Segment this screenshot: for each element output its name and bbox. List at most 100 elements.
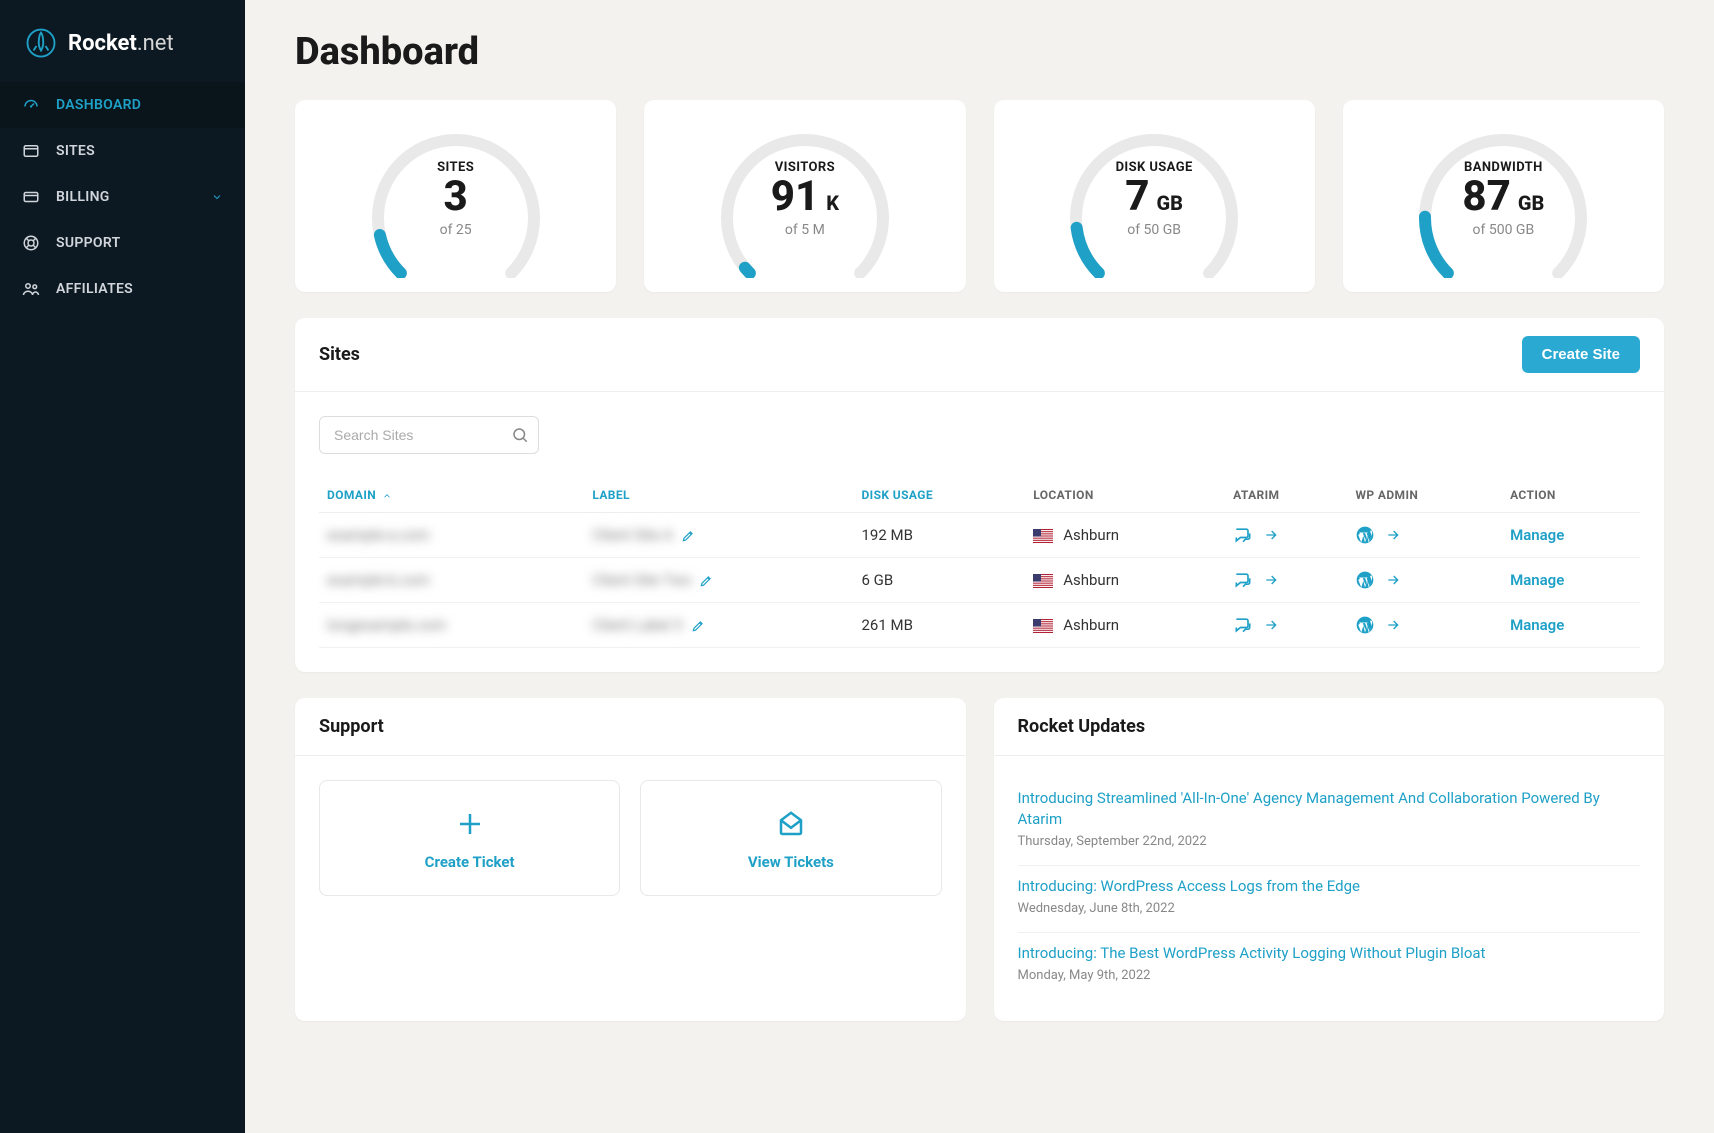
update-link[interactable]: Introducing: WordPress Access Logs from … xyxy=(1018,876,1641,897)
support-panel: Support Create Ticket View Tickets xyxy=(295,698,966,1021)
atarim-chat-icon[interactable] xyxy=(1233,615,1253,635)
update-link[interactable]: Introducing: The Best WordPress Activity… xyxy=(1018,943,1641,964)
nav-label: SITES xyxy=(56,143,95,159)
nav-item-support[interactable]: SUPPORT xyxy=(0,220,245,266)
manage-link[interactable]: Manage xyxy=(1510,526,1564,544)
table-row: longexample.com Client Label 3 261 MB As… xyxy=(319,603,1640,648)
view-tickets-card[interactable]: View Tickets xyxy=(640,780,941,896)
atarim-open-icon[interactable] xyxy=(1263,527,1279,543)
view-tickets-label: View Tickets xyxy=(651,853,930,871)
col-disk[interactable]: DISK USAGE xyxy=(853,478,1025,513)
edit-label-icon[interactable] xyxy=(699,574,713,588)
atarim-chat-icon[interactable] xyxy=(1233,525,1253,545)
main-content: Dashboard SITES 3 of 25 VISITORS 91 K of… xyxy=(245,0,1714,1133)
stats-row: SITES 3 of 25 VISITORS 91 K of 5 M DISK … xyxy=(295,100,1664,292)
sort-caret-icon xyxy=(382,491,392,501)
brand-logo[interactable]: Rocket.net xyxy=(0,20,245,82)
create-ticket-label: Create Ticket xyxy=(330,853,609,871)
cell-disk: 192 MB xyxy=(853,513,1025,558)
search-icon xyxy=(511,426,529,444)
col-label[interactable]: LABEL xyxy=(584,478,853,513)
nav-label: DASHBOARD xyxy=(56,97,141,113)
nav-item-billing[interactable]: BILLING xyxy=(0,174,245,220)
gauge-value: 91 K xyxy=(700,174,910,220)
wp-admin-open-icon[interactable] xyxy=(1385,527,1401,543)
wp-admin-open-icon[interactable] xyxy=(1385,572,1401,588)
nav-label: BILLING xyxy=(56,189,110,205)
create-ticket-card[interactable]: Create Ticket xyxy=(319,780,620,896)
gauge-sub: of 50 GB xyxy=(1049,222,1259,238)
update-item: Introducing Streamlined 'All-In-One' Age… xyxy=(1018,778,1641,866)
gauge-sub: of 25 xyxy=(351,222,561,238)
gauge-sub: of 5 M xyxy=(700,222,910,238)
table-row: example-a.com Client Site A 192 MB Ashbu… xyxy=(319,513,1640,558)
stat-card-sites: SITES 3 of 25 xyxy=(295,100,616,292)
sites-panel: Sites Create Site DOMAIN LABEL DISK USAG… xyxy=(295,318,1664,672)
gauge-value: 3 xyxy=(351,174,561,220)
wp-admin-open-icon[interactable] xyxy=(1385,617,1401,633)
rocket-logo-icon xyxy=(26,28,56,58)
table-row: example-b.com Client Site Two 6 GB Ashbu… xyxy=(319,558,1640,603)
window-icon xyxy=(22,142,40,160)
gauge-icon xyxy=(22,96,40,114)
atarim-open-icon[interactable] xyxy=(1263,572,1279,588)
col-wpadmin: WP ADMIN xyxy=(1347,478,1502,513)
brand-name: Rocket.net xyxy=(68,31,174,56)
cell-disk: 6 GB xyxy=(853,558,1025,603)
edit-label-icon[interactable] xyxy=(681,529,695,543)
atarim-open-icon[interactable] xyxy=(1263,617,1279,633)
update-link[interactable]: Introducing Streamlined 'All-In-One' Age… xyxy=(1018,788,1641,830)
gauge-value: 87 GB xyxy=(1398,174,1608,220)
nav-label: AFFILIATES xyxy=(56,281,133,297)
wp-admin-icon[interactable] xyxy=(1355,570,1375,590)
nav-item-affiliates[interactable]: AFFILIATES xyxy=(0,266,245,312)
cell-disk: 261 MB xyxy=(853,603,1025,648)
plus-icon xyxy=(455,809,485,839)
sites-panel-title: Sites xyxy=(319,344,360,365)
sidebar: Rocket.net DASHBOARD SITES BILLING SUPPORT A… xyxy=(0,0,245,1133)
col-action: ACTION xyxy=(1502,478,1640,513)
stat-card-visitors: VISITORS 91 K of 5 M xyxy=(644,100,965,292)
gauge-value: 7 GB xyxy=(1049,174,1259,220)
cell-domain: example-a.com xyxy=(327,526,430,544)
nav-item-sites[interactable]: SITES xyxy=(0,128,245,174)
cell-label: Client Site Two xyxy=(592,571,691,589)
support-panel-title: Support xyxy=(319,716,384,737)
us-flag-icon xyxy=(1033,529,1053,543)
us-flag-icon xyxy=(1033,619,1053,633)
envelope-icon xyxy=(776,809,806,839)
manage-link[interactable]: Manage xyxy=(1510,616,1564,634)
manage-link[interactable]: Manage xyxy=(1510,571,1564,589)
update-item: Introducing: The Best WordPress Activity… xyxy=(1018,933,1641,999)
sites-table: DOMAIN LABEL DISK USAGE LOCATION ATARIM … xyxy=(319,478,1640,648)
page-title: Dashboard xyxy=(295,30,1664,74)
atarim-chat-icon[interactable] xyxy=(1233,570,1253,590)
us-flag-icon xyxy=(1033,574,1053,588)
cell-location: Ashburn xyxy=(1025,513,1225,558)
wp-admin-icon[interactable] xyxy=(1355,525,1375,545)
gauge-sub: of 500 GB xyxy=(1398,222,1608,238)
updates-panel-title: Rocket Updates xyxy=(1018,716,1146,737)
cell-domain: longexample.com xyxy=(327,616,446,634)
updates-panel: Rocket Updates Introducing Streamlined '… xyxy=(994,698,1665,1021)
col-domain[interactable]: DOMAIN xyxy=(319,478,584,513)
cell-domain: example-b.com xyxy=(327,571,430,589)
wp-admin-icon[interactable] xyxy=(1355,615,1375,635)
chevron-down-icon xyxy=(211,191,223,203)
edit-label-icon[interactable] xyxy=(691,619,705,633)
nav-item-dashboard[interactable]: DASHBOARD xyxy=(0,82,245,128)
people-icon xyxy=(22,280,40,298)
card-icon xyxy=(22,188,40,206)
gauge-label: DISK USAGE xyxy=(1049,160,1259,175)
create-site-button[interactable]: Create Site xyxy=(1522,336,1640,373)
update-item: Introducing: WordPress Access Logs from … xyxy=(1018,866,1641,933)
stat-card-bandwidth: BANDWIDTH 87 GB of 500 GB xyxy=(1343,100,1664,292)
col-location: LOCATION xyxy=(1025,478,1225,513)
update-date: Monday, May 9th, 2022 xyxy=(1018,968,1641,983)
search-sites-input[interactable] xyxy=(319,416,539,454)
update-date: Wednesday, June 8th, 2022 xyxy=(1018,901,1641,916)
cell-label: Client Label 3 xyxy=(592,616,682,634)
stat-card-disk-usage: DISK USAGE 7 GB of 50 GB xyxy=(994,100,1315,292)
update-date: Thursday, September 22nd, 2022 xyxy=(1018,834,1641,849)
nav-label: SUPPORT xyxy=(56,235,121,251)
